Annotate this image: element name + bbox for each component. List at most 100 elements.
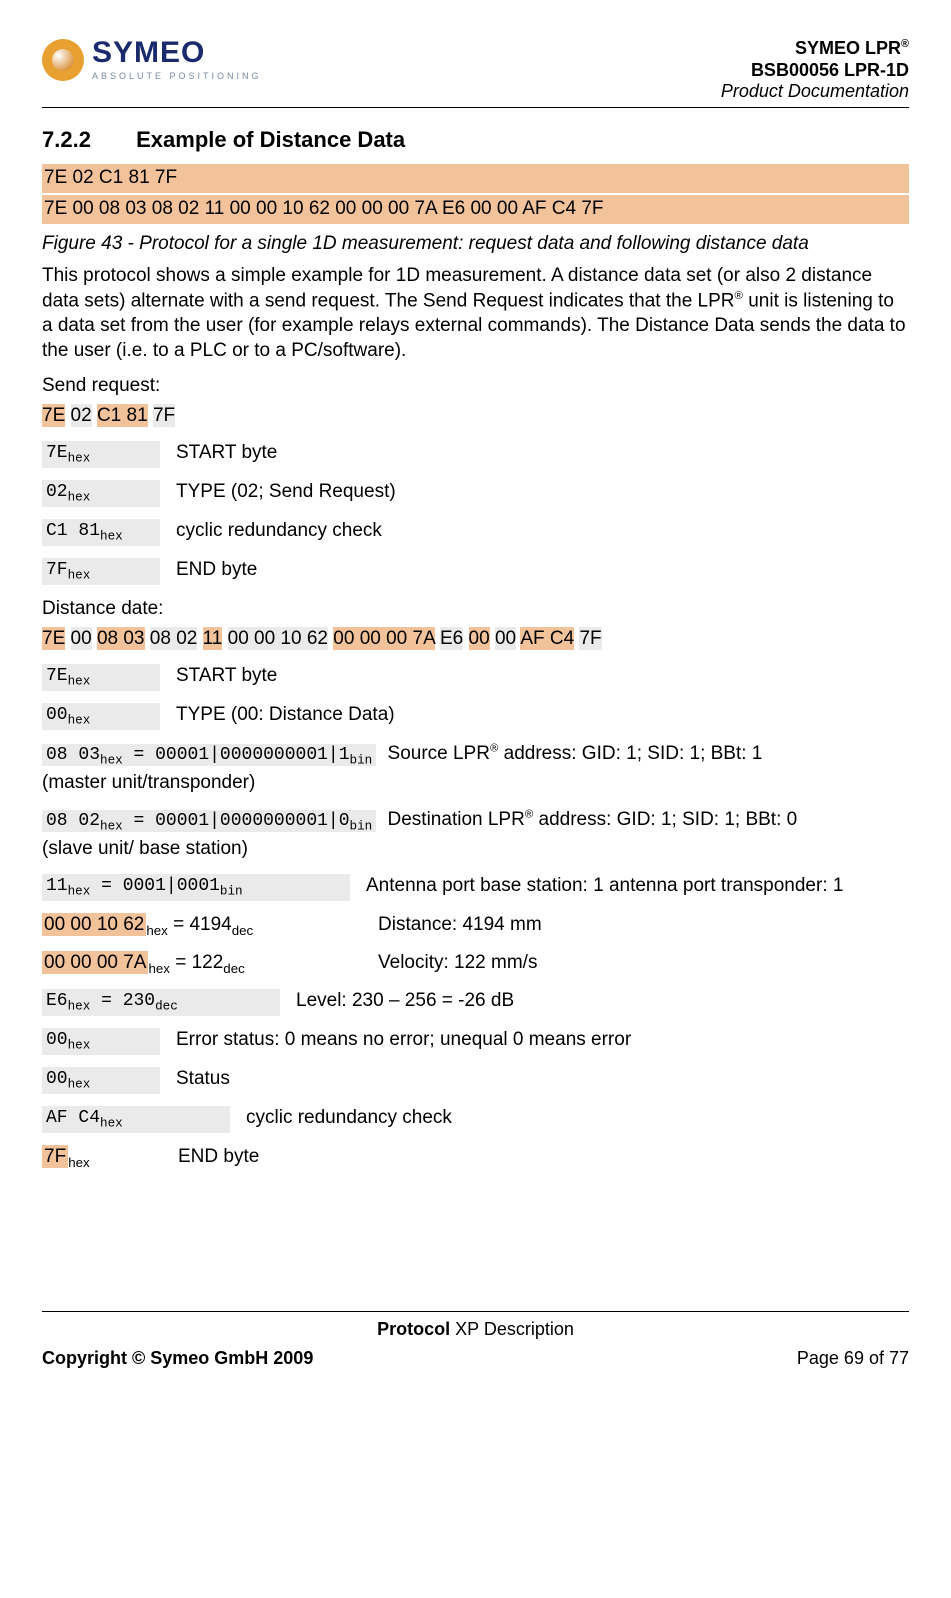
dd-sub-1: hex (68, 714, 91, 728)
dd-def-1: 00hex TYPE (00: Distance Data) (42, 703, 909, 730)
dd-sub2-7: dec (155, 1000, 178, 1014)
dd-note-2: (master unit/transponder) (42, 771, 909, 796)
send-request-label: Send request: (42, 374, 909, 399)
dd-def-11: 7Fhex END byte (42, 1145, 909, 1171)
dd-b0: 7E (42, 627, 65, 650)
dd-def-5: 00 00 10 62hex = 4194dec Distance: 4194 … (42, 913, 909, 939)
footer-left: Copyright © Symeo GmbH 2009 (42, 1347, 313, 1370)
dd-code-2: 08 03 (46, 745, 100, 765)
logo: SYMEO ABSOLUTE POSITIONING (42, 38, 262, 81)
sr-code-0: 7E (46, 443, 68, 463)
hdr-line1: SYMEO LPR (795, 38, 901, 58)
dd-desc-8: Error status: 0 means no error; unequal … (176, 1028, 631, 1053)
dd-def-2: 08 03hex = 00001|0000000001|1bin Source … (42, 742, 909, 796)
sr-sub-0: hex (68, 451, 91, 465)
dd-b3: 08 02 (150, 627, 198, 650)
dd-b11: 7F (579, 627, 601, 650)
dd-b4: 11 (203, 627, 223, 650)
dd-desc3a: Destination LPR (388, 809, 525, 830)
dd-sub2-5: dec (232, 923, 253, 938)
dd-sub-2: hex (100, 754, 123, 768)
page-footer: Protocol XP Description Copyright © Syme… (42, 1311, 909, 1371)
page-header: SYMEO ABSOLUTE POSITIONING SYMEO LPR® BS… (42, 38, 909, 108)
logo-sub-text: ABSOLUTE POSITIONING (92, 72, 262, 81)
dd-sub-3: hex (100, 820, 123, 834)
dd-def-7: E6hex = 230dec Level: 230 – 256 = -26 dB (42, 989, 909, 1016)
dd-def-0: 7Ehex START byte (42, 664, 909, 691)
send-request-bytes: 7E 02 C1 81 7F (42, 404, 909, 429)
dd-def-9: 00hex Status (42, 1067, 909, 1094)
dd-sub-10: hex (100, 1116, 123, 1130)
dd-desc-0: START byte (176, 664, 277, 689)
dd-desc-6: Velocity: 122 mm/s (378, 951, 537, 976)
dd-def-8: 00hex Error status: 0 means no error; un… (42, 1028, 909, 1055)
dd-desc3b: address: GID: 1; SID: 1; BBt: 0 (533, 809, 797, 830)
dd-b7: E6 (440, 627, 463, 650)
dd-eq-2: = 00001|0000000001|1 (123, 745, 350, 765)
dd-code-0: 7E (46, 666, 68, 686)
sr-code-1: 02 (46, 482, 68, 502)
dd-sup-3: ® (525, 809, 533, 821)
hdr-reg: ® (901, 38, 909, 50)
sr-desc-3: END byte (176, 558, 257, 583)
sr-sub-1: hex (68, 490, 91, 504)
dd-sub-5: hex (146, 923, 167, 938)
dd-b5: 00 00 10 62 (228, 627, 328, 650)
hdr-line2: BSB00056 LPR-1D (721, 60, 909, 82)
dd-sub2-4: bin (220, 885, 243, 899)
dd-sub2-3: bin (350, 820, 373, 834)
sr-desc-0: START byte (176, 441, 277, 466)
dd-sub-9: hex (68, 1078, 91, 1092)
logo-icon (42, 39, 84, 81)
footer-right: Page 69 of 77 (797, 1347, 909, 1370)
dd-code-9: 00 (46, 1069, 68, 1089)
dd-code-11: 7F (42, 1145, 68, 1168)
dd-desc2b: address: GID: 1; SID: 1; BBt: 1 (498, 743, 762, 764)
dd-code-3: 08 02 (46, 811, 100, 831)
dd-code-10: AF C4 (46, 1108, 100, 1128)
dd-note-3: (slave unit/ base station) (42, 837, 909, 862)
dd-eq-5: = 4194 (168, 914, 232, 935)
dd-eq-7: = 230 (90, 991, 155, 1011)
dd-sub-0: hex (68, 675, 91, 689)
distance-label: Distance date: (42, 597, 909, 622)
footer-center: Protocol XP Description (42, 1318, 909, 1341)
sr-b2: C1 81 (97, 404, 148, 427)
sr-def-2: C1 81hex cyclic redundancy check (42, 519, 909, 546)
dd-b8: 00 (469, 627, 490, 650)
dd-desc-5: Distance: 4194 mm (378, 913, 542, 938)
sr-def-0: 7Ehex START byte (42, 441, 909, 468)
dd-sub-4: hex (68, 885, 91, 899)
figure-caption: Figure 43 - Protocol for a single 1D mea… (42, 232, 909, 257)
dd-eq-6: = 122 (170, 952, 223, 973)
dd-eq-3: = 00001|0000000001|0 (123, 811, 350, 831)
dd-code-4: 11 (46, 876, 68, 896)
sr-sub-2: hex (100, 529, 123, 543)
dd-desc-10: cyclic redundancy check (246, 1106, 452, 1131)
section-number: 7.2.2 (42, 126, 130, 155)
dd-code-7: E6 (46, 991, 68, 1011)
dd-def-10: AF C4hex cyclic redundancy check (42, 1106, 909, 1133)
dd-b9: 00 (495, 627, 516, 650)
sr-def-3: 7Fhex END byte (42, 558, 909, 585)
packet-row-2: 7E 00 08 03 08 02 11 00 00 10 62 00 00 0… (42, 195, 909, 224)
distance-bytes: 7E 00 08 03 08 02 11 00 00 10 62 00 00 0… (42, 627, 909, 652)
section-title: Example of Distance Data (136, 127, 405, 152)
sr-desc-1: TYPE (02; Send Request) (176, 480, 396, 505)
logo-main-text: SYMEO (92, 38, 262, 68)
dd-sub2-6: dec (223, 961, 244, 976)
dd-code-6: 00 00 00 7A (42, 951, 148, 974)
sr-b3: 7F (153, 404, 175, 427)
dd-sub-6: hex (148, 961, 169, 976)
packet-row-1: 7E 02 C1 81 7F (42, 164, 909, 193)
dd-desc2a: Source LPR (388, 743, 490, 764)
dd-b6: 00 00 00 7A (333, 627, 434, 650)
section-heading: 7.2.2 Example of Distance Data (42, 126, 909, 155)
dd-desc-7: Level: 230 – 256 = -26 dB (296, 989, 514, 1014)
sr-b1: 02 (71, 404, 92, 427)
intro-paragraph: This protocol shows a simple example for… (42, 264, 909, 363)
dd-b2: 08 03 (97, 627, 145, 650)
dd-sub-8: hex (68, 1039, 91, 1053)
dd-def-6: 00 00 00 7Ahex = 122dec Velocity: 122 mm… (42, 951, 909, 977)
sr-code-2: C1 81 (46, 521, 100, 541)
